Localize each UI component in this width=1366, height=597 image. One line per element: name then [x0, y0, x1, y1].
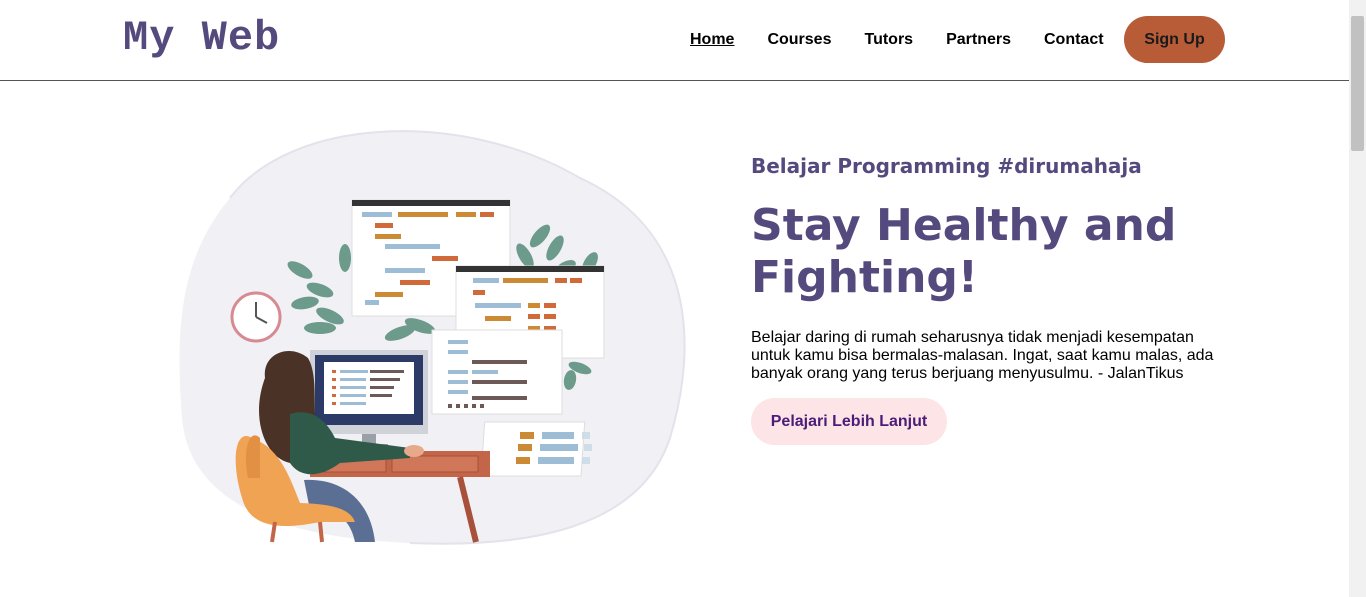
nav-tutors[interactable]: Tutors — [864, 31, 913, 49]
hero-headline-line1: Stay Healthy and — [751, 200, 1177, 251]
site-logo[interactable]: My Web — [123, 14, 280, 62]
signup-button[interactable]: Sign Up — [1124, 16, 1225, 63]
hero-description: Belajar daring di rumah seharusnya tidak… — [751, 329, 1214, 382]
notes-card — [480, 421, 592, 477]
nav-home[interactable]: Home — [690, 31, 734, 49]
wall-clock-icon — [230, 291, 282, 343]
nav-courses[interactable]: Courses — [767, 31, 831, 49]
scrollbar-thumb[interactable] — [1351, 16, 1364, 151]
hero-headline: Stay Healthy and Fighting! — [751, 200, 1251, 304]
main-nav: Home Courses Tutors Partners Contact — [690, 16, 1137, 63]
hero-tagline: Belajar Programming #dirumahaja — [751, 154, 1142, 178]
learn-more-button[interactable]: Pelajari Lebih Lanjut — [751, 398, 947, 445]
hero-illustration — [179, 130, 686, 545]
hero-headline-line2: Fighting! — [751, 252, 978, 303]
nav-partners[interactable]: Partners — [946, 31, 1011, 49]
site-header: My Web Home Courses Tutors Partners Cont… — [0, 0, 1349, 81]
code-window-lower — [431, 329, 563, 415]
page-scrollbar[interactable] — [1349, 0, 1366, 597]
nav-contact[interactable]: Contact — [1044, 31, 1104, 49]
